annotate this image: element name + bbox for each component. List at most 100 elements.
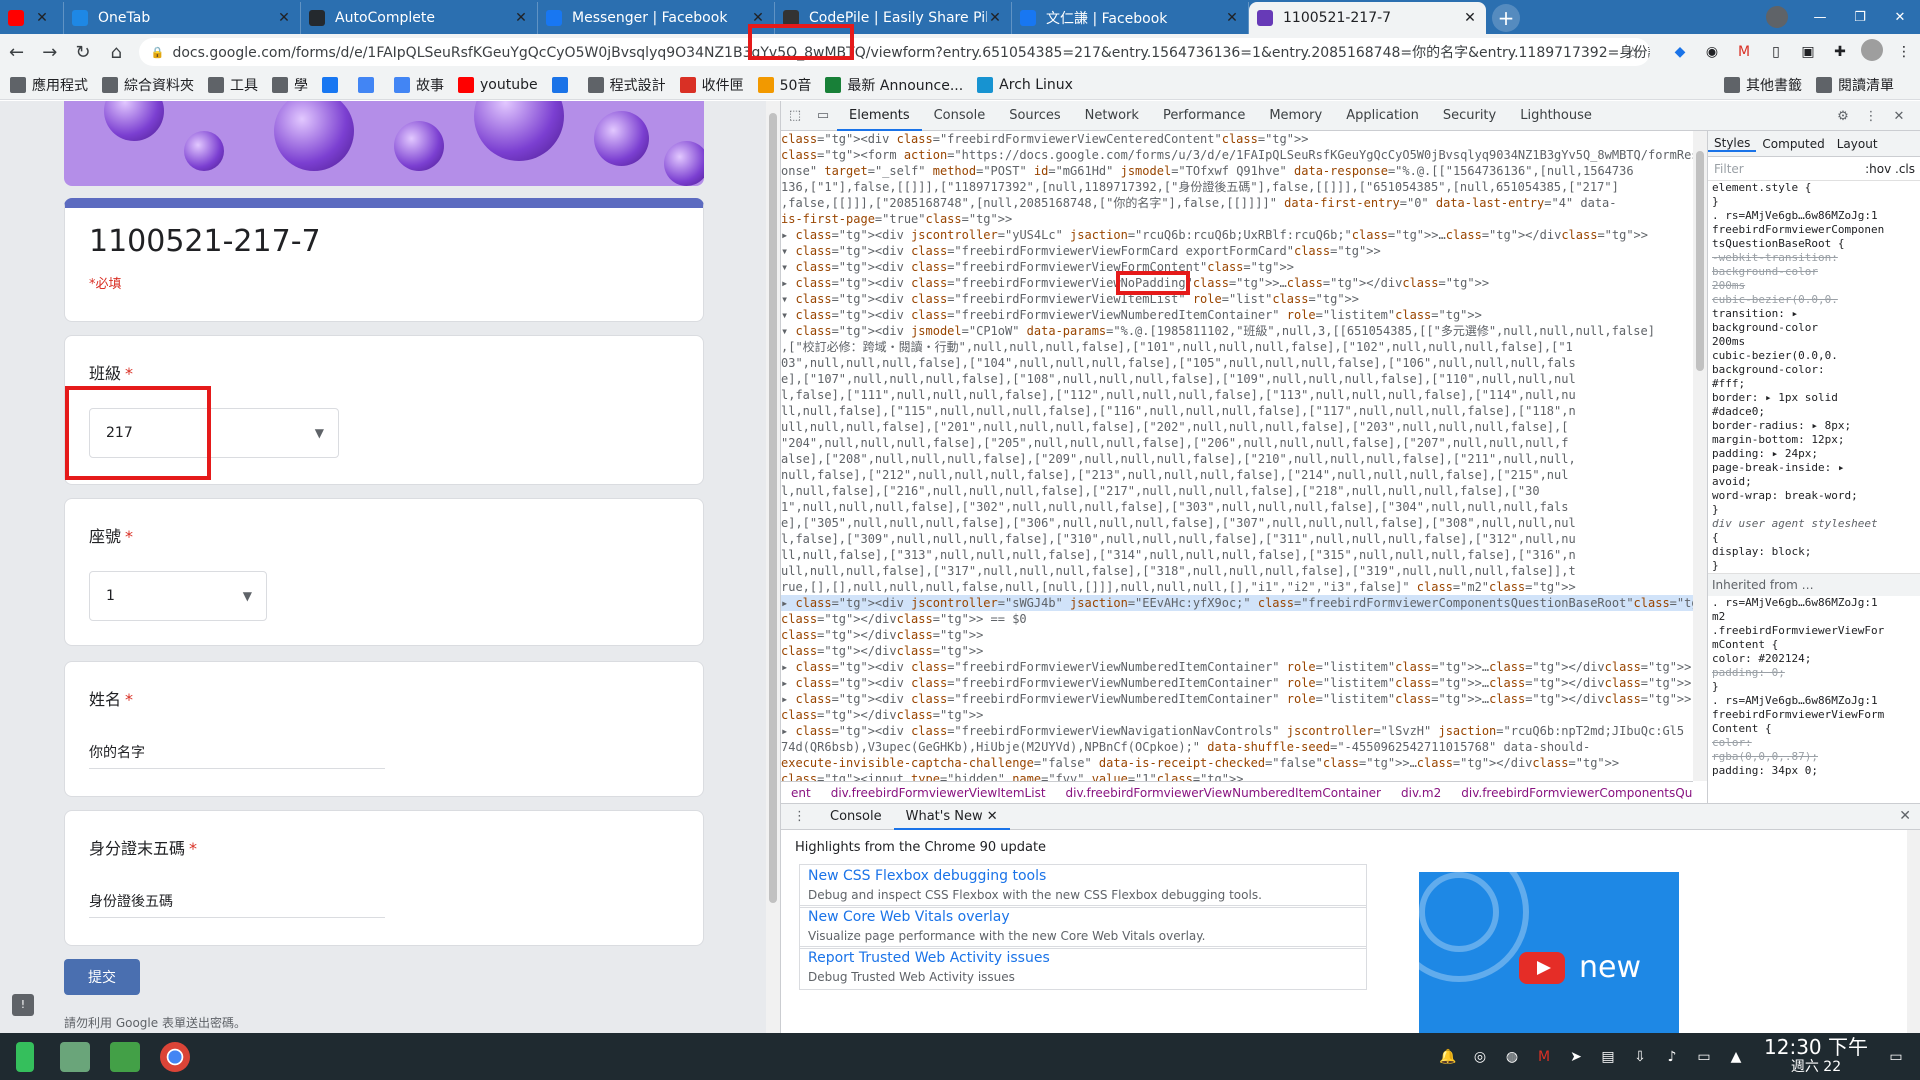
code-line[interactable]: class="tg"></divclass="tg">>	[781, 707, 1693, 723]
extension-icon[interactable]: ▣	[1792, 44, 1824, 60]
devtools-tab[interactable]: Network	[1073, 101, 1151, 131]
browser-tab[interactable]: OneTab ✕	[64, 2, 301, 34]
code-line[interactable]: class="tg"><form action="https://docs.go…	[781, 147, 1693, 163]
bookmark-item[interactable]: Arch Linux	[977, 76, 1073, 93]
promo-video[interactable]: new	[1419, 872, 1679, 1034]
screenshot-icon[interactable]: ◉	[1696, 44, 1728, 60]
whats-new-item[interactable]: New Core Web Vitals overlay Visualize pag…	[799, 905, 1367, 949]
whats-new-item[interactable]: New CSS Flexbox debugging tools Debug and…	[799, 864, 1367, 908]
new-tab-button[interactable]: +	[1492, 4, 1520, 32]
tab-close-icon[interactable]: ✕	[276, 10, 292, 26]
code-line[interactable]: 74d(QR6bsb),V3upec(GeGHKb),HiUbje(M2UYVd…	[781, 739, 1693, 755]
settings-icon[interactable]: ⚙	[1829, 109, 1857, 124]
bookmark-star-icon[interactable]: ☆	[1626, 43, 1640, 62]
name-input[interactable]: 你的名字	[89, 742, 385, 769]
breadcrumb-item[interactable]: div.freebirdFormviewerViewItemList	[831, 786, 1046, 800]
code-line[interactable]: ▾ class="tg"><div jsmodel="CP1oW" data-p…	[781, 323, 1693, 339]
styles-filter[interactable]: Filter :hov .cls	[1708, 157, 1920, 181]
browser-tab[interactable]: 1100521-217-7 ✕	[1249, 2, 1486, 34]
whats-new-title[interactable]: New Core Web Vitals overlay	[808, 909, 1358, 925]
class-select[interactable]: 217 ▼	[89, 408, 339, 458]
bookmark-item[interactable]	[322, 76, 344, 93]
code-line[interactable]: ▾ class="tg"><div class="freebirdFormvie…	[781, 291, 1693, 307]
browser-tab[interactable]: CodePile | Easily Share Piles ✕	[775, 2, 1012, 34]
elements-scrollbar[interactable]	[1693, 131, 1707, 781]
download-icon[interactable]: ⇩	[1624, 1049, 1656, 1065]
bookmark-item[interactable]: 最新 Announce...	[825, 75, 963, 95]
code-line[interactable]: ,["校訂必修：跨域・閱讀・行動",null,null,null,false],…	[781, 339, 1693, 355]
code-line[interactable]: e],["305",null,null,null,false],["306",n…	[781, 515, 1693, 531]
code-line[interactable]: ▸ class="tg"><div jscontroller="yUS4Lc" …	[781, 227, 1693, 243]
bookmark-item[interactable]: 收件匣	[679, 75, 744, 95]
styles-tab[interactable]: Styles	[1708, 136, 1757, 152]
close-window-icon[interactable]: ✕	[1880, 10, 1920, 25]
code-line[interactable]: class="tg"></divclass="tg">>	[781, 627, 1693, 643]
submit-button[interactable]: 提交	[64, 959, 140, 995]
bookmark-item[interactable]: 學	[272, 75, 308, 95]
code-line[interactable]: ,false,[[]]],["2085168748",[null,2085168…	[781, 195, 1693, 211]
chrome-icon[interactable]	[150, 1033, 200, 1080]
clipboard-icon[interactable]: ▤	[1592, 1049, 1624, 1065]
drawer-close-icon[interactable]: ✕	[1899, 808, 1911, 824]
tab-close-icon[interactable]: ✕	[1224, 10, 1240, 26]
code-line[interactable]: is-first-page="true"class="tg">>	[781, 211, 1693, 227]
code-line[interactable]: rue,[],[],null,null,null,false,null,[nul…	[781, 579, 1693, 595]
drawer-tab-console[interactable]: Console	[818, 804, 894, 830]
puzzle-icon[interactable]: ✚	[1824, 44, 1856, 60]
network-icon[interactable]: ▭	[1688, 1049, 1720, 1065]
code-line[interactable]: "204",null,null,null,false],["205",null,…	[781, 435, 1693, 451]
drawer-menu-icon[interactable]: ⋮	[781, 804, 818, 830]
bookmark-item[interactable]: 閱讀清單	[1816, 75, 1894, 95]
code-line[interactable]: ll,null,false],["115",null,null,null,fal…	[781, 403, 1693, 419]
play-icon[interactable]	[1519, 952, 1565, 984]
code-line[interactable]: ▸ class="tg"><div class="freebirdFormvie…	[781, 675, 1693, 691]
code-line[interactable]: l,false],["309",null,null,null,false],["…	[781, 531, 1693, 547]
file-manager-icon[interactable]	[100, 1033, 150, 1080]
bookmark-item[interactable]	[551, 76, 574, 93]
code-line[interactable]: ull,null,null,false],["201",null,null,nu…	[781, 419, 1693, 435]
inspect-icon[interactable]: ⬚	[781, 108, 809, 123]
devtools-tab[interactable]: Memory	[1257, 101, 1334, 131]
devtools-tab[interactable]: Performance	[1151, 101, 1257, 131]
code-line[interactable]: ▸ class="tg"><div class="freebirdFormvie…	[781, 275, 1693, 291]
code-line[interactable]: ull,null,null,false],["317",null,null,nu…	[781, 563, 1693, 579]
whats-new-title[interactable]: New CSS Flexbox debugging tools	[808, 868, 1358, 884]
bookmark-item[interactable]: youtube	[458, 76, 538, 93]
workspace-icon[interactable]	[50, 1033, 100, 1080]
code-line[interactable]: onse" target="_self" method="POST" id="m…	[781, 163, 1693, 179]
code-line[interactable]: 03",null,null,null,false],["104",null,nu…	[781, 355, 1693, 371]
tab-close-icon[interactable]: ✕	[34, 10, 50, 26]
device-toggle-icon[interactable]: ▭	[809, 108, 837, 123]
mouse-icon[interactable]: ▯	[1760, 44, 1792, 60]
clock[interactable]: 12:30 下午 週六 22	[1764, 1037, 1868, 1077]
profile-avatar[interactable]	[1856, 39, 1888, 65]
code-line[interactable]: null,false],["212",null,null,null,false]…	[781, 467, 1693, 483]
tab-close-icon[interactable]: ✕	[1462, 10, 1478, 26]
breadcrumb-item[interactable]: ent	[791, 786, 811, 800]
extension-m-icon[interactable]: M	[1728, 44, 1760, 60]
minimize-icon[interactable]: —	[1800, 10, 1840, 25]
menu-icon[interactable]: ⋮	[1888, 44, 1920, 60]
breadcrumb-item[interactable]: div.m2	[1401, 786, 1441, 800]
discord-icon[interactable]: ◍	[1496, 1049, 1528, 1065]
devtools-tab[interactable]: Elements	[837, 101, 922, 131]
whats-new-title[interactable]: Report Trusted Web Activity issues	[808, 950, 1358, 966]
code-line[interactable]: execute-invisible-captcha-challenge="fal…	[781, 755, 1693, 771]
start-menu-icon[interactable]	[0, 1033, 50, 1080]
seat-select[interactable]: 1 ▼	[89, 571, 267, 621]
telegram-icon[interactable]: ➤	[1560, 1049, 1592, 1065]
back-icon[interactable]: ←	[0, 42, 33, 63]
bookmark-item[interactable]: 故事	[394, 75, 444, 95]
devtools-tab[interactable]: Application	[1334, 101, 1431, 131]
volume-icon[interactable]: ♪	[1656, 1049, 1688, 1065]
home-icon[interactable]: ⌂	[100, 42, 133, 63]
page-scrollbar[interactable]	[766, 101, 780, 1033]
code-line[interactable]: e],["107",null,null,null,false],["108",n…	[781, 371, 1693, 387]
code-line[interactable]: ▾ class="tg"><div class="freebirdFormvie…	[781, 243, 1693, 259]
breadcrumb-item[interactable]: div.freebirdFormviewerComponentsQuestion…	[1461, 786, 1693, 800]
notification-icon[interactable]: 🔔	[1432, 1049, 1464, 1065]
code-line[interactable]: class="tg"><input type="hidden" name="fv…	[781, 771, 1693, 781]
code-line[interactable]: ▾ class="tg"><div class="freebirdFormvie…	[781, 259, 1693, 275]
show-desktop-icon[interactable]: ▭	[1880, 1049, 1912, 1065]
close-icon[interactable]: ✕	[1885, 109, 1913, 124]
